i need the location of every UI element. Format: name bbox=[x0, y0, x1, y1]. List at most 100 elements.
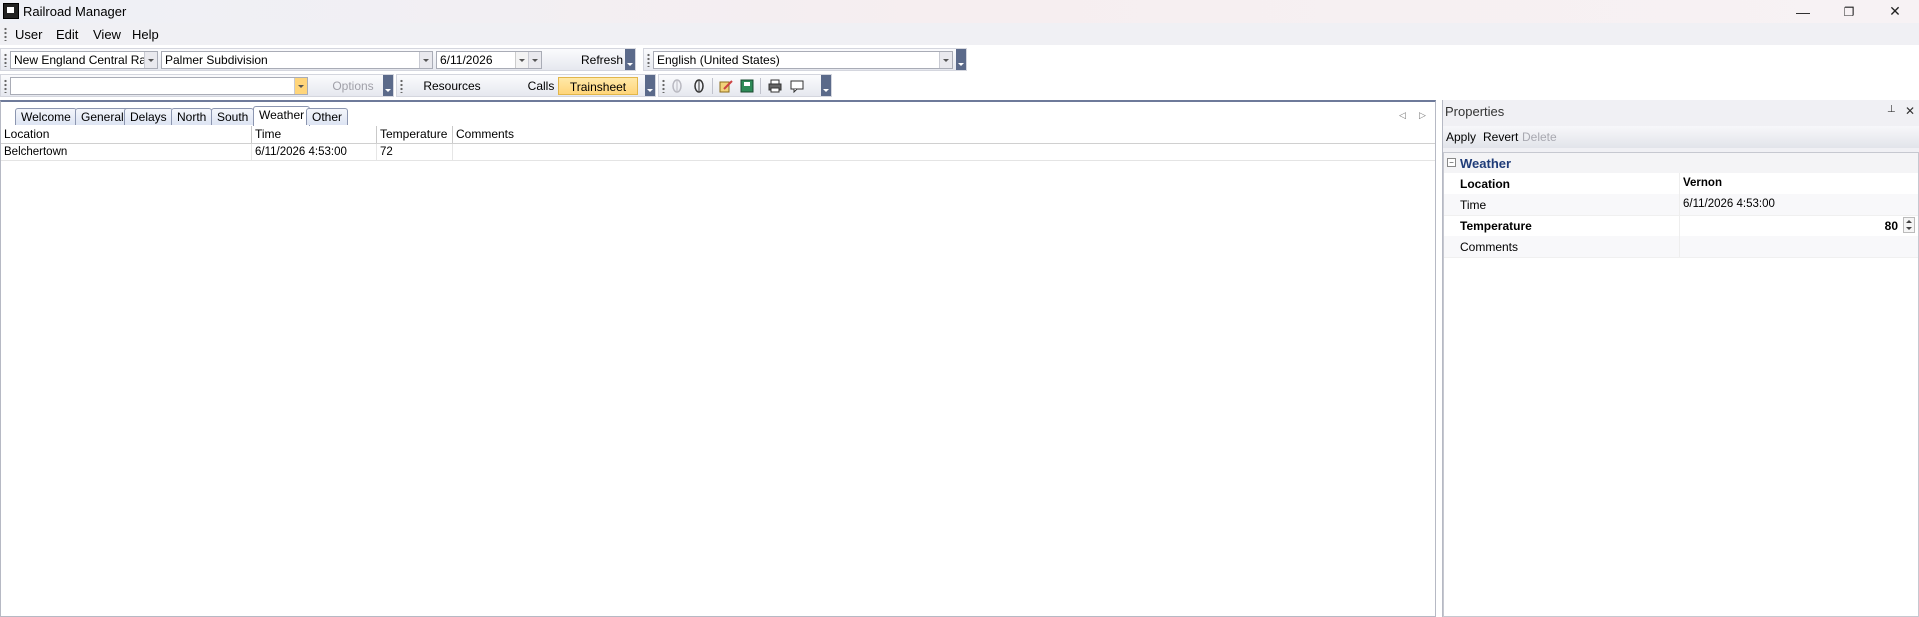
tab-other[interactable]: Other bbox=[306, 108, 349, 125]
trainsheet-button[interactable]: Trainsheet bbox=[558, 77, 638, 95]
toolbar-grip[interactable] bbox=[4, 53, 7, 67]
property-grid: − Weather Location Vernon Time 6/11/2026… bbox=[1443, 152, 1919, 617]
language-toolbar: English (United States) bbox=[643, 48, 967, 71]
toolbar-separator-2 bbox=[760, 78, 761, 94]
tab-north[interactable]: North bbox=[171, 108, 213, 125]
properties-close-icon[interactable]: ✕ bbox=[1905, 104, 1915, 118]
action-toolbar bbox=[658, 74, 832, 97]
column-header-time[interactable]: Time bbox=[252, 126, 377, 143]
property-value-time[interactable]: 6/11/2026 4:53:00 bbox=[1683, 198, 1775, 210]
table-row[interactable]: Belchertown 6/11/2026 4:53:00 72 bbox=[1, 144, 1435, 161]
menu-bar: User Edit View Help bbox=[0, 23, 1919, 45]
subdivision-combo[interactable]: Palmer Subdivision bbox=[161, 51, 433, 69]
subdivision-value: Palmer Subdivision bbox=[165, 53, 268, 67]
search-combo[interactable] bbox=[10, 77, 308, 95]
close-button[interactable]: ✕ bbox=[1872, 0, 1918, 23]
railroad-combo[interactable]: New England Central Railroad bbox=[10, 51, 158, 69]
tab-general[interactable]: General bbox=[75, 108, 130, 125]
options-button[interactable]: Options bbox=[323, 77, 383, 95]
railroad-dropdown-icon[interactable] bbox=[144, 52, 157, 68]
view-overflow-icon[interactable] bbox=[645, 75, 655, 96]
menu-grip[interactable] bbox=[4, 27, 7, 41]
print-icon[interactable] bbox=[768, 79, 782, 93]
view-toolbar: Resources Calls Trainsheet bbox=[396, 74, 656, 97]
options-overflow-icon[interactable] bbox=[383, 75, 393, 96]
selection-toolbar: New England Central Railroad Palmer Subd… bbox=[0, 48, 636, 71]
tab-weather[interactable]: Weather bbox=[253, 106, 311, 126]
tab-delays[interactable]: Delays bbox=[124, 108, 173, 125]
title-bar: Railroad Manager — ❐ ✕ bbox=[0, 0, 1919, 23]
date-value: 6/11/2026 bbox=[440, 53, 493, 67]
category-row[interactable]: − Weather bbox=[1444, 153, 1918, 173]
cell-comments[interactable] bbox=[453, 144, 1435, 160]
language-dropdown-icon[interactable] bbox=[939, 52, 952, 68]
edit-icon[interactable] bbox=[719, 79, 733, 93]
tab-south[interactable]: South bbox=[211, 108, 255, 125]
menu-view[interactable]: View bbox=[93, 27, 121, 42]
view-toolbar-grip[interactable] bbox=[400, 79, 403, 93]
minimize-button[interactable]: — bbox=[1780, 0, 1826, 23]
options-toolbar: Options bbox=[0, 74, 394, 97]
toolbar-separator bbox=[712, 78, 713, 94]
document-area: Welcome General Delays North South Weath… bbox=[0, 100, 1436, 617]
temperature-spinner-icon[interactable] bbox=[1903, 217, 1915, 233]
toolbar-language-overflow-icon[interactable] bbox=[956, 49, 966, 70]
column-header-comments[interactable]: Comments bbox=[453, 126, 1435, 143]
subdivision-dropdown-icon[interactable] bbox=[419, 52, 432, 68]
tab-strip: Welcome General Delays North South Weath… bbox=[1, 102, 1435, 127]
search-dropdown-icon[interactable] bbox=[294, 78, 307, 94]
column-header-temperature[interactable]: Temperature bbox=[377, 126, 453, 143]
category-label: Weather bbox=[1460, 156, 1512, 171]
tab-scroll-right-icon[interactable]: ▷ bbox=[1419, 110, 1426, 121]
calls-button[interactable]: Calls bbox=[526, 77, 556, 95]
property-value-location[interactable]: Vernon bbox=[1683, 177, 1722, 189]
apply-button[interactable]: Apply bbox=[1446, 130, 1476, 144]
revert-button[interactable]: Revert bbox=[1483, 130, 1518, 144]
property-name-temperature: Temperature bbox=[1460, 219, 1532, 233]
properties-toolbar: Apply Revert Delete bbox=[1443, 126, 1919, 148]
menu-help[interactable]: Help bbox=[132, 27, 159, 42]
grid-header: Location Time Temperature Comments bbox=[1, 126, 1435, 144]
restore-button[interactable]: ❐ bbox=[1826, 0, 1872, 23]
properties-title: Properties bbox=[1445, 104, 1505, 119]
cell-location[interactable]: Belchertown bbox=[1, 144, 252, 160]
phone-disabled-icon[interactable] bbox=[670, 79, 684, 93]
refresh-button[interactable]: Refresh bbox=[574, 51, 630, 69]
options-toolbar-grip[interactable] bbox=[4, 79, 7, 93]
comment-icon[interactable] bbox=[790, 79, 804, 93]
menu-user[interactable]: User bbox=[15, 27, 42, 42]
cell-time[interactable]: 6/11/2026 4:53:00 bbox=[252, 144, 377, 160]
delete-button[interactable]: Delete bbox=[1522, 130, 1557, 144]
cell-temperature[interactable]: 72 bbox=[377, 144, 453, 160]
property-name-time: Time bbox=[1460, 198, 1487, 212]
tab-welcome[interactable]: Welcome bbox=[15, 108, 77, 125]
property-value-temperature[interactable]: 80 bbox=[1885, 219, 1898, 233]
menu-edit[interactable]: Edit bbox=[56, 27, 78, 42]
property-name-location: Location bbox=[1460, 177, 1510, 191]
action-overflow-icon[interactable] bbox=[821, 75, 831, 96]
property-column-divider[interactable] bbox=[1679, 173, 1680, 257]
date-spinner-icon[interactable] bbox=[515, 52, 528, 68]
language-toolbar-grip[interactable] bbox=[647, 53, 650, 67]
window-title: Railroad Manager bbox=[23, 4, 127, 19]
save-icon[interactable] bbox=[740, 79, 754, 93]
phone-icon[interactable] bbox=[692, 79, 706, 93]
date-picker[interactable]: 6/11/2026 bbox=[436, 51, 542, 69]
property-row-comments[interactable]: Comments bbox=[1444, 236, 1918, 258]
app-icon bbox=[3, 3, 19, 19]
railroad-value: New England Central Railroad bbox=[14, 53, 157, 67]
language-combo[interactable]: English (United States) bbox=[653, 51, 953, 69]
action-toolbar-grip[interactable] bbox=[662, 79, 665, 93]
toolbar1-overflow-icon[interactable] bbox=[625, 49, 635, 70]
property-row-location[interactable]: Location Vernon bbox=[1444, 173, 1918, 195]
calendar-dropdown-icon[interactable] bbox=[528, 52, 541, 68]
collapse-icon[interactable]: − bbox=[1447, 158, 1456, 167]
resources-button[interactable]: Resources bbox=[421, 77, 483, 95]
column-header-location[interactable]: Location bbox=[1, 126, 252, 143]
language-value: English (United States) bbox=[657, 53, 780, 67]
pin-icon[interactable]: ⊥ bbox=[1887, 104, 1896, 115]
property-row-temperature[interactable]: Temperature 80 bbox=[1444, 215, 1918, 237]
tab-scroll-left-icon[interactable]: ◁ bbox=[1399, 110, 1406, 121]
property-row-time[interactable]: Time 6/11/2026 4:53:00 bbox=[1444, 194, 1918, 216]
property-name-comments: Comments bbox=[1460, 240, 1519, 254]
